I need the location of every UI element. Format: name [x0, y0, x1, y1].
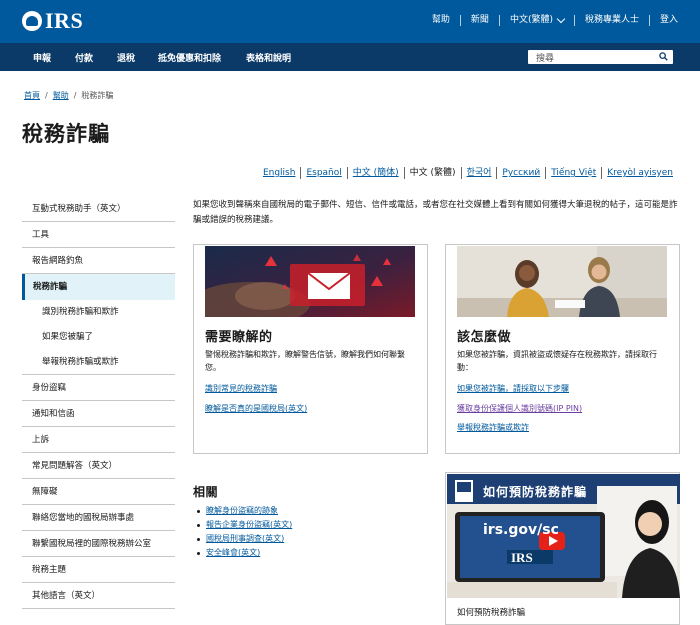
- search-icon[interactable]: [659, 52, 668, 61]
- lang-haitian-creole[interactable]: Kreyòl ayisyen: [601, 167, 678, 179]
- sidebar-item-interactive-assistant[interactable]: 互動式稅務助手（英文）: [22, 196, 175, 222]
- utility-nav: 幫助 新聞 中文(繁體) 稅務專業人士 登入: [422, 14, 688, 26]
- link-is-it-really-irs[interactable]: 瞭解是否真的是國稅局(英文): [205, 403, 307, 414]
- video-title-overlay: 如何預防稅務詐騙: [483, 485, 588, 499]
- sidebar-item-tax-topics[interactable]: 稅務主題: [22, 557, 175, 583]
- card-title: 該怎麼做: [457, 330, 512, 345]
- lang-korean[interactable]: 한국어: [460, 167, 497, 179]
- sidebar-item-accessibility[interactable]: 無障礙: [22, 479, 175, 505]
- card-description: 警惕稅務詐騙和欺詐，瞭解警告信號，瞭解我們如何聯繫您。: [205, 350, 405, 372]
- language-selector-label: 中文(繁體): [509, 15, 553, 25]
- video-screen-logo: IRS: [511, 550, 533, 565]
- sidebar-item-international-office[interactable]: 聯繫國稅局裡的國際稅務辦公室: [22, 531, 175, 557]
- chevron-down-icon: [556, 14, 566, 24]
- language-selector[interactable]: 中文(繁體): [498, 14, 574, 26]
- sidebar-item-other-languages[interactable]: 其他語言（英文）: [22, 583, 175, 609]
- sidebar-item-identity-theft[interactable]: 身份盜竊: [22, 375, 175, 401]
- breadcrumb: 首頁 / 幫助 / 稅務詐騙: [24, 90, 113, 101]
- card-what-to-know: 需要瞭解的 警惕稅務詐騙和欺詐，瞭解警告信號，瞭解我們如何聯繫您。 識別常見的稅…: [193, 244, 428, 454]
- breadcrumb-separator: /: [45, 91, 48, 100]
- sidebar-item-notices-letters[interactable]: 通知和信函: [22, 401, 175, 427]
- link-criminal-investigation[interactable]: 國稅局刑事調查(英文): [206, 532, 284, 546]
- link-recognize-common-scams[interactable]: 識別常見的稅務詐騙: [205, 383, 277, 394]
- people-photo-illustration: [457, 246, 667, 317]
- list-item: 報告企業身份盜竊(英文): [197, 518, 292, 532]
- video-thumbnail[interactable]: 如何預防稅務詐騙 irs.gov/sc IRS: [447, 474, 680, 598]
- card-title: 需要瞭解的: [205, 330, 273, 345]
- sidebar-item-if-scammed[interactable]: 如果您被騙了: [22, 325, 175, 350]
- util-tax-pros[interactable]: 稅務專業人士: [573, 15, 649, 26]
- sidebar-item-faq[interactable]: 常見問題解答（英文）: [22, 453, 175, 479]
- link-business-identity-theft[interactable]: 報告企業身份盜竊(英文): [206, 518, 292, 532]
- lang-vietnamese[interactable]: Tiếng Việt: [545, 167, 601, 179]
- related-heading: 相關: [193, 485, 219, 499]
- util-news[interactable]: 新聞: [459, 15, 499, 26]
- lang-chinese-simplified[interactable]: 中文 (簡体): [346, 167, 404, 179]
- sidebar-item-report-scams[interactable]: 舉報稅務詐騙或欺詐: [22, 350, 175, 375]
- consultation-photo: [457, 246, 667, 317]
- breadcrumb-help[interactable]: 幫助: [53, 90, 69, 101]
- video-screen-url: irs.gov/sc: [483, 522, 559, 538]
- scam-email-image: [205, 246, 415, 317]
- link-identity-theft-signs[interactable]: 瞭解身份盜竊的跡象: [206, 504, 278, 518]
- sidebar-item-report-phishing[interactable]: 報告網路釣魚: [22, 248, 175, 274]
- irs-logo[interactable]: IRS: [22, 8, 83, 34]
- sidebar-item-tools[interactable]: 工具: [22, 222, 175, 248]
- eagle-icon: [22, 11, 42, 31]
- search-input[interactable]: 搜尋: [528, 50, 673, 64]
- lang-english[interactable]: English: [258, 167, 301, 179]
- util-help[interactable]: 幫助: [422, 15, 460, 26]
- site-header: IRS 幫助 新聞 中文(繁體) 稅務專業人士 登入: [0, 0, 700, 43]
- email-warning-illustration: [205, 246, 415, 317]
- intro-paragraph: 如果您收到聲稱來自國稅局的電子郵件、短信、信件或電話，或者您在社交媒體上看到有關…: [193, 200, 678, 225]
- link-get-ip-pin[interactable]: 獲取身份保護個人識別號碼(IP PIN): [457, 403, 582, 414]
- card-what-to-do: 該怎麼做 如果您被詐騙，資訊被盜或懷疑存在稅務欺詐，請採取行動： 如果您被詐騙，…: [445, 244, 680, 454]
- sidebar-item-recognize-scams[interactable]: 識別稅務詐騙和欺詐: [22, 300, 175, 325]
- lang-spanish[interactable]: Español: [300, 167, 346, 179]
- main-nav: 申報 付款 退稅 抵免優惠和扣除 表格和說明 搜尋: [0, 43, 700, 71]
- sidebar-item-appeals[interactable]: 上訴: [22, 427, 175, 453]
- video-card: 如何預防稅務詐騙 irs.gov/sc IRS 如何預防稅務詐騙: [445, 472, 680, 625]
- logo-text: IRS: [45, 8, 84, 33]
- related-links: 瞭解身份盜竊的跡象 報告企業身份盜竊(英文) 國稅局刑事調查(英文) 安全峰會(…: [197, 504, 292, 560]
- nav-refunds[interactable]: 退稅: [117, 51, 135, 64]
- nav-forms-instructions[interactable]: 表格和說明: [246, 51, 291, 64]
- breadcrumb-home[interactable]: 首頁: [24, 90, 40, 101]
- list-item: 國稅局刑事調查(英文): [197, 532, 292, 546]
- link-security-summit[interactable]: 安全峰會(英文): [206, 546, 260, 560]
- util-sign-in[interactable]: 登入: [648, 15, 688, 26]
- sidebar-nav: 互動式稅務助手（英文） 工具 報告網路釣魚 稅務詐騙 識別稅務詐騙和欺詐 如果您…: [22, 196, 175, 609]
- link-report-tax-scam[interactable]: 舉報稅務詐騙或欺詐: [457, 422, 529, 433]
- video-caption: 如何預防稅務詐騙: [457, 608, 526, 618]
- language-bar: English Español 中文 (簡体) 中文 (繁體) 한국어 Русс…: [258, 167, 678, 179]
- nav-file[interactable]: 申報: [33, 51, 51, 64]
- breadcrumb-current: 稅務詐騙: [81, 91, 114, 100]
- lang-chinese-traditional: 中文 (繁體): [403, 167, 461, 179]
- search-placeholder: 搜尋: [536, 54, 555, 64]
- list-item: 瞭解身份盜竊的跡象: [197, 504, 292, 518]
- lang-russian[interactable]: Русский: [496, 167, 545, 179]
- nav-credits-deductions[interactable]: 抵免優惠和扣除: [158, 51, 221, 64]
- breadcrumb-separator: /: [73, 91, 77, 100]
- nav-pay[interactable]: 付款: [75, 51, 93, 64]
- page-title: 稅務詐騙: [22, 122, 110, 146]
- link-steps-if-scammed[interactable]: 如果您被詐騙，請採取以下步驟: [457, 383, 569, 394]
- sidebar-item-tax-scams[interactable]: 稅務詐騙: [22, 274, 175, 300]
- card-description: 如果您被詐騙，資訊被盜或懷疑存在稅務欺詐，請採取行動：: [457, 350, 657, 372]
- list-item: 安全峰會(英文): [197, 546, 292, 560]
- sidebar-item-local-office[interactable]: 聯絡您當地的國稅局辦事處: [22, 505, 175, 531]
